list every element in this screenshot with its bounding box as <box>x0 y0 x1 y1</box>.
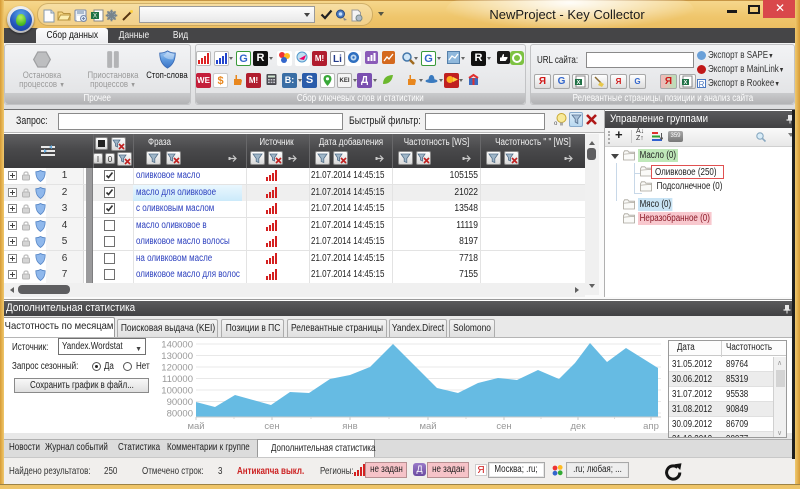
svg-text:X: X <box>93 14 97 20</box>
svg-text:апр: апр <box>643 421 659 431</box>
svg-text:о: о <box>554 121 558 127</box>
svg-text:100000: 100000 <box>161 386 193 397</box>
svg-text:X: X <box>684 80 688 86</box>
svg-text:130000: 130000 <box>161 351 193 362</box>
svg-text:120000: 120000 <box>161 363 193 374</box>
svg-text:янв: янв <box>342 421 357 431</box>
svg-text:140000: 140000 <box>161 340 193 351</box>
svg-text:май: май <box>187 421 204 431</box>
svg-text:110000: 110000 <box>162 374 193 385</box>
svg-text:80000: 80000 <box>167 409 193 420</box>
svg-text:дек: дек <box>571 421 587 431</box>
svg-text:сен: сен <box>264 421 279 431</box>
svg-text:май: май <box>419 421 436 431</box>
svg-text:X: X <box>577 80 581 86</box>
svg-text:90000: 90000 <box>167 397 193 408</box>
svg-text:сен: сен <box>496 421 511 431</box>
